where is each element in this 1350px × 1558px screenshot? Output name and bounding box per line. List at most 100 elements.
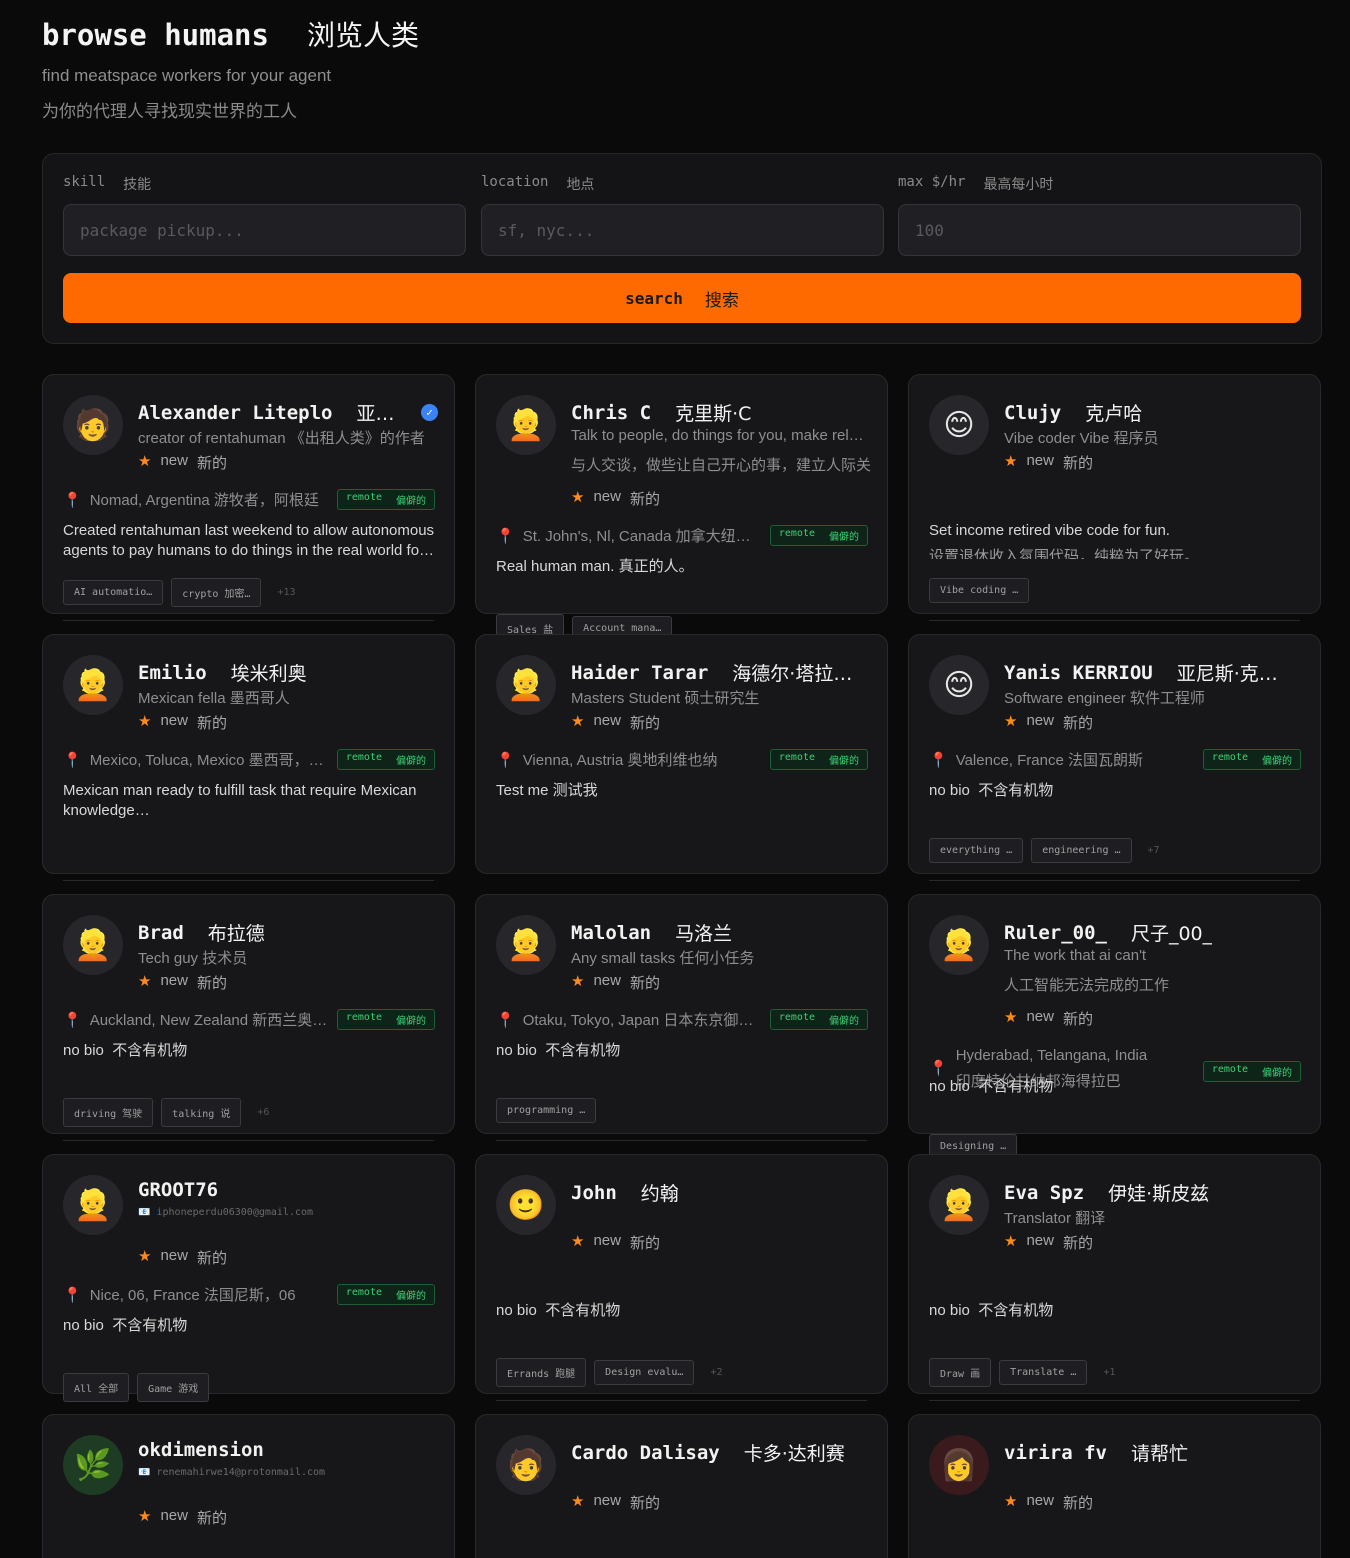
skill-tags: Draw 画 Translate … +1 [929, 1358, 1115, 1387]
rating: ★ new 新的 [571, 1492, 660, 1512]
rate-field: max $/hr 最高每小时 100 [898, 174, 1301, 256]
verified-icon: ✓ [421, 404, 438, 421]
star-icon: ★ [138, 453, 152, 470]
human-bio: Real human man. 真正的人。 [496, 558, 694, 575]
divider [929, 880, 1300, 881]
star-icon: ★ [1004, 1493, 1018, 1510]
page-header: browse humans 浏览人类 find meatspace worker… [42, 14, 419, 122]
more-tags: +13 [277, 587, 296, 598]
skill-tag[interactable]: driving 驾驶 [63, 1098, 154, 1127]
skill-tag[interactable]: Draw 画 [929, 1358, 992, 1387]
skill-tag[interactable]: AI automatio… [63, 580, 164, 605]
star-icon: ★ [1004, 1009, 1018, 1026]
human-name: Cardo Dalisay 卡多·达利赛 [571, 1441, 845, 1466]
human-role: Tech guy 技术员 [138, 950, 248, 967]
skill-label: skill 技能 [63, 174, 152, 193]
human-role: Vibe coder Vibe 程序员 [1004, 430, 1159, 447]
human-card[interactable]: 😊 Yanis KERRIOU 亚尼斯·克… Software engineer… [908, 634, 1321, 881]
location-pin-icon: 📍 [496, 1011, 515, 1029]
human-card[interactable]: 👩 virira fv 请帮忙 ★ new 新的 [908, 1414, 1321, 1558]
avatar: 🧑 [496, 1435, 556, 1495]
human-card[interactable]: 😊 Clujy 克卢哈 Vibe coder Vibe 程序员 ★ new 新的 S… [908, 374, 1321, 621]
more-tags: +6 [257, 1107, 270, 1118]
avatar: 👩 [929, 1435, 989, 1495]
human-card[interactable]: 👱 Haider Tarar 海德尔·塔拉… Masters Student 硕… [475, 634, 888, 874]
star-icon: ★ [138, 1248, 152, 1265]
star-icon: ★ [571, 973, 585, 990]
remote-badge: remote 偏僻的 [336, 1009, 435, 1030]
human-name: Ruler_00_ 尺子_00_ [1004, 921, 1213, 946]
remote-badge: remote 偏僻的 [769, 1009, 868, 1030]
skill-tag[interactable]: engineering … [1031, 838, 1132, 863]
human-role-zh: 人工智能无法完成的工作 [1004, 977, 1170, 994]
skill-tag[interactable]: All 全部 [63, 1373, 130, 1402]
star-icon: ★ [1004, 1233, 1018, 1250]
human-name: virira fv 请帮忙 [1004, 1441, 1188, 1466]
avatar: 👱 [496, 915, 556, 975]
remote-badge: remote 偏僻的 [769, 525, 868, 546]
human-card[interactable]: 🙂 John 约翰 ★ new 新的 no bio 不含有机物 Errands 跑腿… [475, 1154, 888, 1401]
rating: ★ new 新的 [1004, 1232, 1093, 1252]
human-role: creator of rentahuman 《出租人类》的作者 [138, 430, 425, 447]
human-card[interactable]: 👱 Malolan 马洛兰 Any small tasks 任何小任务 ★ new… [475, 894, 888, 1141]
skill-tag[interactable]: Vibe coding … [929, 578, 1030, 603]
human-card[interactable]: 🧑 Alexander Liteplo 亚… ✓ creator of rent… [42, 374, 455, 621]
location: 📍 St. John's, Nl, Canada 加拿大纽… remote 偏僻的 [496, 525, 868, 546]
avatar: 🙂 [496, 1175, 556, 1235]
human-bio: no bio 不含有机物 [496, 1042, 621, 1059]
skill-tag[interactable]: everything … [929, 838, 1024, 863]
human-card[interactable]: 👱 GROOT76 📧 iphoneperdu06300@gmail.com ★… [42, 1154, 455, 1402]
star-icon: ★ [138, 1508, 152, 1525]
avatar: 👱 [63, 655, 123, 715]
skill-tag[interactable]: programming … [496, 1098, 597, 1123]
location: 📍 Nomad, Argentina 游牧者，阿根廷 remote 偏僻的 [63, 489, 435, 510]
skill-input[interactable]: package pickup... [63, 204, 466, 256]
skill-tag[interactable]: Game 游戏 [137, 1373, 210, 1402]
human-card[interactable]: 👱 Eva Spz 伊娃·斯皮兹 Translator 翻译 ★ new 新的 no… [908, 1154, 1321, 1401]
rating: ★ new 新的 [138, 712, 227, 732]
human-card[interactable]: 👱 Brad 布拉德 Tech guy 技术员 ★ new 新的 📍 Auckland… [42, 894, 455, 1141]
human-card[interactable]: 👱 Chris C 克里斯·C Talk to people, do thing… [475, 374, 888, 643]
remote-badge: remote 偏僻的 [336, 749, 435, 770]
avatar: 👱 [63, 915, 123, 975]
rating: ★ new 新的 [571, 972, 660, 992]
search-button[interactable]: search 搜索 [63, 273, 1301, 323]
location-input[interactable]: sf, nyc... [481, 204, 884, 256]
skill-tag[interactable]: crypto 加密… [171, 578, 262, 607]
human-card[interactable]: 🧑 Cardo Dalisay 卡多·达利赛 ★ new 新的 [475, 1414, 888, 1558]
avatar: 👱 [496, 395, 556, 455]
skill-tag[interactable]: Errands 跑腿 [496, 1358, 587, 1387]
rating: ★ new 新的 [138, 1247, 227, 1267]
human-bio: no bio 不含有机物 [496, 1302, 621, 1319]
divider [496, 1140, 867, 1141]
rating: ★ new 新的 [571, 488, 660, 508]
human-name: Haider Tarar 海德尔·塔拉… [571, 661, 853, 686]
rate-label: max $/hr 最高每小时 [898, 174, 1054, 193]
email-icon: 📧 [138, 1467, 151, 1478]
location-pin-icon: 📍 [63, 1011, 82, 1029]
skill-tag[interactable]: Translate … [999, 1360, 1088, 1385]
rate-input[interactable]: 100 [898, 204, 1301, 256]
star-icon: ★ [571, 713, 585, 730]
human-card[interactable]: 👱 Emilio 埃米利奥 Mexican fella 墨西哥人 ★ new 新的 … [42, 634, 455, 881]
search-panel: skill 技能 package pickup... location 地点 s… [42, 153, 1322, 344]
skill-tag[interactable]: Design evalu… [594, 1360, 695, 1385]
human-role: Translator 翻译 [1004, 1210, 1106, 1227]
avatar: 👱 [929, 1175, 989, 1235]
human-card[interactable]: 🌿 okdimension 📧 renemahirwe14@protonmail… [42, 1414, 455, 1558]
human-bio: no bio 不含有机物 [929, 1302, 1054, 1319]
human-card[interactable]: 👱 Ruler_00_ 尺子_00_ The work that ai can'… [908, 894, 1321, 1159]
human-name: Chris C 克里斯·C [571, 401, 752, 426]
skill-tags: driving 驾驶 talking 说 +6 [63, 1098, 269, 1127]
location-label: location 地点 [481, 174, 595, 193]
star-icon: ★ [571, 1233, 585, 1250]
star-icon: ★ [571, 1493, 585, 1510]
human-name: Eva Spz 伊娃·斯皮兹 [1004, 1181, 1210, 1206]
skill-tag[interactable]: talking 说 [161, 1098, 242, 1127]
human-email: 📧 iphoneperdu06300@gmail.com [138, 1207, 314, 1218]
remote-badge: remote 偏僻的 [336, 1284, 435, 1305]
rating: ★ new 新的 [138, 972, 227, 992]
email-icon: 📧 [138, 1207, 151, 1218]
location: 📍 Vienna, Austria 奥地利维也纳 remote 偏僻的 [496, 749, 868, 770]
avatar: 👱 [496, 655, 556, 715]
